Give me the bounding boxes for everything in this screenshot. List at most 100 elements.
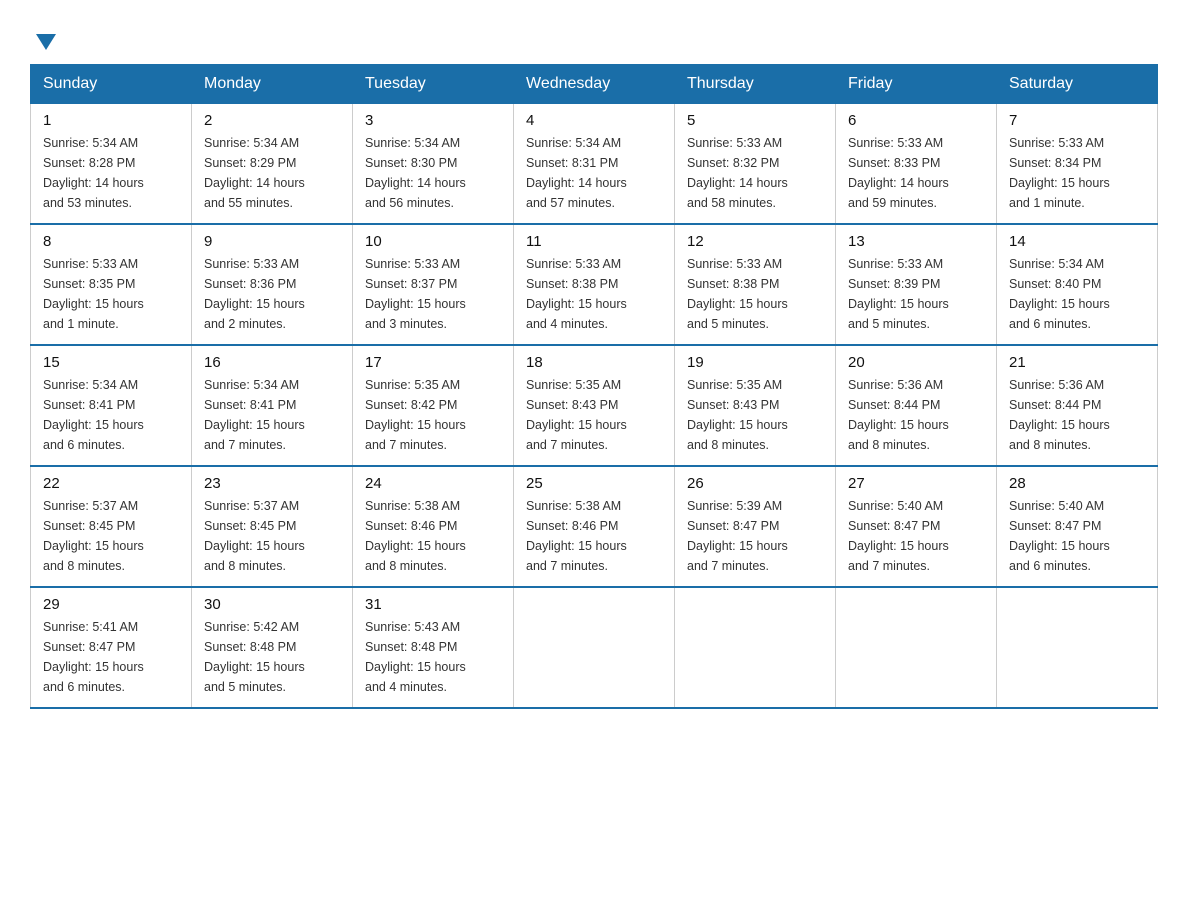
calendar-day-cell: 3Sunrise: 5:34 AMSunset: 8:30 PMDaylight… <box>353 104 514 225</box>
calendar-day-cell <box>836 587 997 708</box>
calendar-day-cell: 23 Sunrise: 5:37 AMSunset: 8:45 PMDayligh… <box>192 466 353 587</box>
day-number: 29 <box>43 596 179 613</box>
day-info: Sunrise: 5:35 AMSunset: 8:43 PMDaylight:… <box>687 375 823 455</box>
day-info: Sunrise: 5:37 AMSunset: 8:45 PMDaylight:… <box>43 496 179 576</box>
day-number: 13 <box>848 233 984 250</box>
calendar-day-cell: 21 Sunrise: 5:36 AMSunset: 8:44 PMDayligh… <box>997 345 1158 466</box>
calendar-week-row: 8 Sunrise: 5:33 AMSunset: 8:35 PMDaylight… <box>31 224 1158 345</box>
page-header <box>30 20 1158 50</box>
calendar-table: SundayMondayTuesdayWednesdayThursdayFrid… <box>30 64 1158 709</box>
logo-arrow-icon <box>36 34 56 50</box>
day-info: Sunrise: 5:34 AMSunset: 8:29 PMDaylight:… <box>204 133 340 213</box>
calendar-week-row: 29 Sunrise: 5:41 AMSunset: 8:47 PMDayligh… <box>31 587 1158 708</box>
logo <box>30 30 56 50</box>
day-number: 23 <box>204 475 340 492</box>
day-number: 17 <box>365 354 501 371</box>
logo-general-text <box>30 30 56 50</box>
day-number: 16 <box>204 354 340 371</box>
day-number: 31 <box>365 596 501 613</box>
calendar-day-cell: 28Sunrise: 5:40 AMSunset: 8:47 PMDayligh… <box>997 466 1158 587</box>
calendar-day-cell: 17 Sunrise: 5:35 AMSunset: 8:42 PMDayligh… <box>353 345 514 466</box>
day-info: Sunrise: 5:40 AMSunset: 8:47 PMDaylight:… <box>848 496 984 576</box>
day-number: 26 <box>687 475 823 492</box>
day-info: Sunrise: 5:37 AMSunset: 8:45 PMDaylight:… <box>204 496 340 576</box>
calendar-day-cell: 26 Sunrise: 5:39 AMSunset: 8:47 PMDayligh… <box>675 466 836 587</box>
day-info: Sunrise: 5:34 AMSunset: 8:40 PMDaylight:… <box>1009 254 1145 334</box>
calendar-day-cell: 7 Sunrise: 5:33 AMSunset: 8:34 PMDaylight… <box>997 104 1158 225</box>
day-number: 24 <box>365 475 501 492</box>
calendar-week-row: 15 Sunrise: 5:34 AMSunset: 8:41 PMDayligh… <box>31 345 1158 466</box>
calendar-day-cell: 15 Sunrise: 5:34 AMSunset: 8:41 PMDayligh… <box>31 345 192 466</box>
day-info: Sunrise: 5:34 AMSunset: 8:31 PMDaylight:… <box>526 133 662 213</box>
calendar-day-cell: 6Sunrise: 5:33 AMSunset: 8:33 PMDaylight… <box>836 104 997 225</box>
weekday-header-thursday: Thursday <box>675 65 836 104</box>
day-number: 22 <box>43 475 179 492</box>
calendar-day-cell: 29 Sunrise: 5:41 AMSunset: 8:47 PMDayligh… <box>31 587 192 708</box>
day-number: 27 <box>848 475 984 492</box>
calendar-header-row: SundayMondayTuesdayWednesdayThursdayFrid… <box>31 65 1158 104</box>
day-number: 1 <box>43 112 179 129</box>
calendar-day-cell: 31 Sunrise: 5:43 AMSunset: 8:48 PMDayligh… <box>353 587 514 708</box>
day-info: Sunrise: 5:36 AMSunset: 8:44 PMDaylight:… <box>1009 375 1145 455</box>
calendar-day-cell: 27 Sunrise: 5:40 AMSunset: 8:47 PMDayligh… <box>836 466 997 587</box>
day-info: Sunrise: 5:43 AMSunset: 8:48 PMDaylight:… <box>365 617 501 697</box>
day-info: Sunrise: 5:36 AMSunset: 8:44 PMDaylight:… <box>848 375 984 455</box>
day-number: 14 <box>1009 233 1145 250</box>
day-number: 20 <box>848 354 984 371</box>
day-number: 12 <box>687 233 823 250</box>
day-info: Sunrise: 5:38 AMSunset: 8:46 PMDaylight:… <box>365 496 501 576</box>
day-number: 15 <box>43 354 179 371</box>
weekday-header-tuesday: Tuesday <box>353 65 514 104</box>
calendar-day-cell: 13 Sunrise: 5:33 AMSunset: 8:39 PMDayligh… <box>836 224 997 345</box>
day-info: Sunrise: 5:33 AMSunset: 8:34 PMDaylight:… <box>1009 133 1145 213</box>
day-info: Sunrise: 5:33 AMSunset: 8:32 PMDaylight:… <box>687 133 823 213</box>
day-info: Sunrise: 5:34 AMSunset: 8:41 PMDaylight:… <box>43 375 179 455</box>
day-number: 8 <box>43 233 179 250</box>
day-number: 19 <box>687 354 823 371</box>
weekday-header-monday: Monday <box>192 65 353 104</box>
calendar-day-cell <box>675 587 836 708</box>
day-info: Sunrise: 5:33 AMSunset: 8:39 PMDaylight:… <box>848 254 984 334</box>
day-number: 5 <box>687 112 823 129</box>
calendar-day-cell: 30 Sunrise: 5:42 AMSunset: 8:48 PMDayligh… <box>192 587 353 708</box>
day-info: Sunrise: 5:39 AMSunset: 8:47 PMDaylight:… <box>687 496 823 576</box>
calendar-day-cell: 16 Sunrise: 5:34 AMSunset: 8:41 PMDayligh… <box>192 345 353 466</box>
calendar-day-cell: 5 Sunrise: 5:33 AMSunset: 8:32 PMDaylight… <box>675 104 836 225</box>
calendar-day-cell: 10 Sunrise: 5:33 AMSunset: 8:37 PMDayligh… <box>353 224 514 345</box>
calendar-day-cell <box>997 587 1158 708</box>
weekday-header-friday: Friday <box>836 65 997 104</box>
day-number: 4 <box>526 112 662 129</box>
day-info: Sunrise: 5:35 AMSunset: 8:43 PMDaylight:… <box>526 375 662 455</box>
day-info: Sunrise: 5:41 AMSunset: 8:47 PMDaylight:… <box>43 617 179 697</box>
day-info: Sunrise: 5:38 AMSunset: 8:46 PMDaylight:… <box>526 496 662 576</box>
day-number: 7 <box>1009 112 1145 129</box>
calendar-day-cell: 4 Sunrise: 5:34 AMSunset: 8:31 PMDaylight… <box>514 104 675 225</box>
day-info: Sunrise: 5:42 AMSunset: 8:48 PMDaylight:… <box>204 617 340 697</box>
day-info: Sunrise: 5:34 AMSunset: 8:41 PMDaylight:… <box>204 375 340 455</box>
day-info: Sunrise: 5:33 AMSunset: 8:35 PMDaylight:… <box>43 254 179 334</box>
weekday-header-saturday: Saturday <box>997 65 1158 104</box>
weekday-header-sunday: Sunday <box>31 65 192 104</box>
calendar-day-cell <box>514 587 675 708</box>
day-info: Sunrise: 5:33 AMSunset: 8:37 PMDaylight:… <box>365 254 501 334</box>
day-number: 6 <box>848 112 984 129</box>
calendar-week-row: 1Sunrise: 5:34 AMSunset: 8:28 PMDaylight… <box>31 104 1158 225</box>
day-info: Sunrise: 5:33 AMSunset: 8:38 PMDaylight:… <box>687 254 823 334</box>
day-number: 18 <box>526 354 662 371</box>
calendar-day-cell: 20 Sunrise: 5:36 AMSunset: 8:44 PMDayligh… <box>836 345 997 466</box>
day-number: 30 <box>204 596 340 613</box>
day-info: Sunrise: 5:34 AMSunset: 8:30 PMDaylight:… <box>365 133 501 213</box>
calendar-day-cell: 11Sunrise: 5:33 AMSunset: 8:38 PMDayligh… <box>514 224 675 345</box>
day-info: Sunrise: 5:35 AMSunset: 8:42 PMDaylight:… <box>365 375 501 455</box>
calendar-day-cell: 22 Sunrise: 5:37 AMSunset: 8:45 PMDayligh… <box>31 466 192 587</box>
day-number: 10 <box>365 233 501 250</box>
calendar-day-cell: 18 Sunrise: 5:35 AMSunset: 8:43 PMDayligh… <box>514 345 675 466</box>
calendar-day-cell: 14 Sunrise: 5:34 AMSunset: 8:40 PMDayligh… <box>997 224 1158 345</box>
calendar-day-cell: 2Sunrise: 5:34 AMSunset: 8:29 PMDaylight… <box>192 104 353 225</box>
calendar-day-cell: 25Sunrise: 5:38 AMSunset: 8:46 PMDayligh… <box>514 466 675 587</box>
day-info: Sunrise: 5:33 AMSunset: 8:36 PMDaylight:… <box>204 254 340 334</box>
day-number: 9 <box>204 233 340 250</box>
day-number: 28 <box>1009 475 1145 492</box>
day-number: 21 <box>1009 354 1145 371</box>
day-info: Sunrise: 5:33 AMSunset: 8:38 PMDaylight:… <box>526 254 662 334</box>
